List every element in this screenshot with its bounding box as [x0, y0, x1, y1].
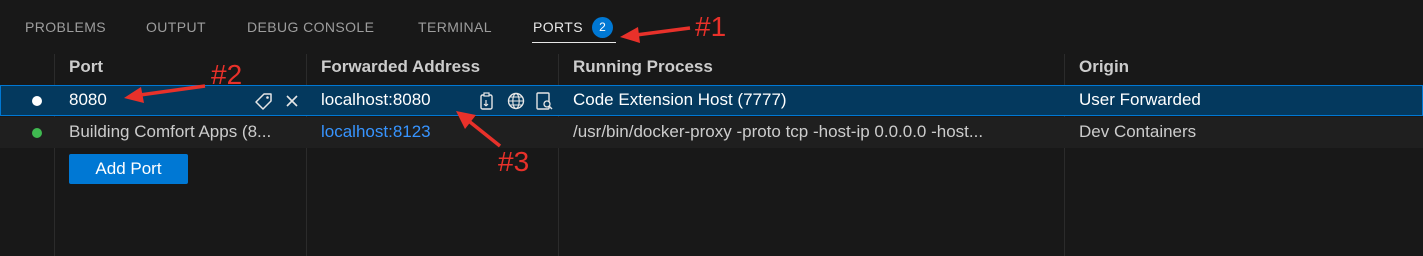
annotation-label-3: #3	[498, 146, 530, 177]
annotation-label-2: #2	[211, 59, 243, 90]
annotation-label-1: #1	[695, 11, 727, 42]
